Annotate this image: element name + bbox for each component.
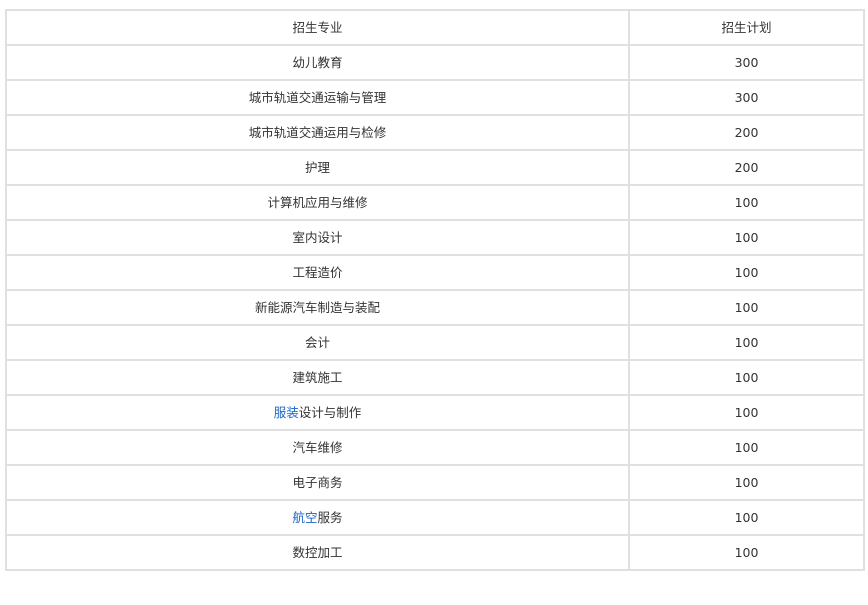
table-row: 城市轨道交通运输与管理 300 <box>5 79 865 116</box>
table-row: 计算机应用与维修 100 <box>5 184 865 221</box>
table-header-row: 招生专业 招生计划 <box>5 9 865 46</box>
table-row: 室内设计 100 <box>5 219 865 256</box>
major-keyword-link[interactable]: 航空 <box>292 510 317 525</box>
header-plan: 招生计划 <box>628 9 865 46</box>
plan-cell: 100 <box>628 184 865 221</box>
table-row: 服装设计与制作 100 <box>5 394 865 431</box>
table-row: 会计 100 <box>5 324 865 361</box>
major-cell: 工程造价 <box>5 254 630 291</box>
major-cell: 护理 <box>5 149 630 186</box>
table-row: 数控加工 100 <box>5 534 865 571</box>
table-row: 城市轨道交通运用与检修 200 <box>5 114 865 151</box>
table-row: 电子商务 100 <box>5 464 865 501</box>
plan-cell: 100 <box>628 289 865 326</box>
table-row: 幼儿教育 300 <box>5 44 865 81</box>
major-cell: 新能源汽车制造与装配 <box>5 289 630 326</box>
major-cell: 城市轨道交通运用与检修 <box>5 114 630 151</box>
major-cell: 计算机应用与维修 <box>5 184 630 221</box>
plan-cell: 100 <box>628 394 865 431</box>
major-cell: 汽车维修 <box>5 429 630 466</box>
plan-cell: 200 <box>628 114 865 151</box>
table-row: 工程造价 100 <box>5 254 865 291</box>
plan-cell: 300 <box>628 79 865 116</box>
plan-cell: 300 <box>628 44 865 81</box>
major-cell: 电子商务 <box>5 464 630 501</box>
major-text: 设计与制作 <box>298 404 362 420</box>
page: 招生专业 招生计划 幼儿教育 300 城市轨道交通运输与管理 300 城市轨道交… <box>0 0 868 605</box>
plan-cell: 100 <box>628 254 865 291</box>
major-cell: 会计 <box>5 324 630 361</box>
major-cell: 室内设计 <box>5 219 630 256</box>
table-row: 汽车维修 100 <box>5 429 865 466</box>
plan-cell: 100 <box>628 534 865 571</box>
major-cell: 建筑施工 <box>5 359 630 396</box>
major-cell: 航空服务 <box>5 499 630 536</box>
plan-cell: 100 <box>628 219 865 256</box>
major-cell: 服装设计与制作 <box>5 394 630 431</box>
table-row: 建筑施工 100 <box>5 359 865 396</box>
major-cell: 幼儿教育 <box>5 44 630 81</box>
plan-cell: 100 <box>628 359 865 396</box>
plan-cell: 100 <box>628 429 865 466</box>
enrollment-plan-table: 招生专业 招生计划 幼儿教育 300 城市轨道交通运输与管理 300 城市轨道交… <box>5 9 865 571</box>
table-row: 航空服务 100 <box>5 499 865 536</box>
plan-cell: 200 <box>628 149 865 186</box>
major-keyword-link[interactable]: 服装 <box>274 405 299 420</box>
major-cell: 城市轨道交通运输与管理 <box>5 79 630 116</box>
major-cell: 数控加工 <box>5 534 630 571</box>
table-row: 护理 200 <box>5 149 865 186</box>
plan-cell: 100 <box>628 324 865 361</box>
plan-cell: 100 <box>628 499 865 536</box>
major-text: 服务 <box>317 509 343 525</box>
plan-cell: 100 <box>628 464 865 501</box>
table-row: 新能源汽车制造与装配 100 <box>5 289 865 326</box>
header-major: 招生专业 <box>5 9 630 46</box>
